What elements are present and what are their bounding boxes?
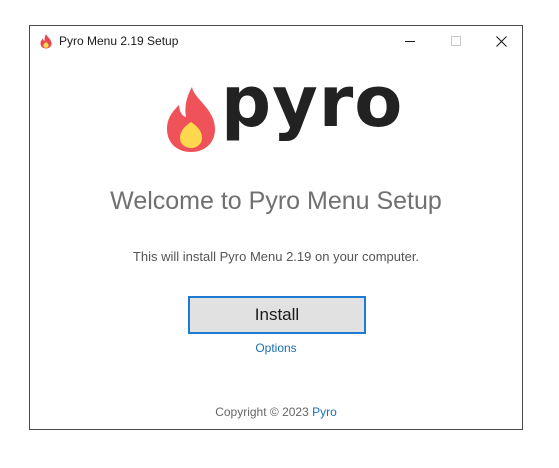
close-button[interactable] [478, 26, 524, 56]
install-description: This will install Pyro Menu 2.19 on your… [132, 249, 420, 264]
logo-wordmark: pyro [221, 61, 404, 143]
pyro-link[interactable]: Pyro [312, 405, 337, 419]
title-bar[interactable]: Pyro Menu 2.19 Setup [30, 26, 522, 56]
setup-window: Pyro Menu 2.19 Setup pyro Welcome to Pyr… [29, 25, 523, 430]
pyro-logo: pyro [165, 67, 402, 163]
flame-icon [167, 87, 215, 152]
install-button[interactable]: Install [188, 296, 366, 334]
options-link[interactable]: Options [30, 341, 522, 355]
welcome-heading: Welcome to Pyro Menu Setup [110, 187, 442, 215]
maximize-button[interactable] [433, 26, 479, 56]
flame-icon [40, 34, 52, 49]
copyright-footer: Copyright © 2023 Pyro [30, 405, 522, 419]
minimize-icon [405, 41, 415, 42]
minimize-button[interactable] [387, 26, 433, 56]
copyright-text: Copyright © 2023 [215, 405, 313, 419]
close-icon [495, 35, 507, 47]
maximize-icon [451, 36, 461, 46]
window-title: Pyro Menu 2.19 Setup [59, 34, 179, 48]
